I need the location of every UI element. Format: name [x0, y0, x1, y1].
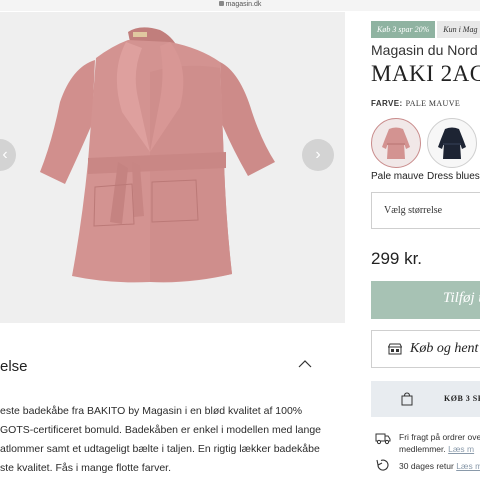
description-line: ste kvalitet. Fås i mange flotte farver. [0, 462, 171, 474]
exclusive-badge: Kun i Mag [437, 21, 480, 38]
promo-badge: Køb 3 spar 20% [371, 21, 436, 38]
size-select[interactable]: Vælg størrelse [371, 192, 480, 229]
description-text: este badekåbe fra BAKITO by Magasin i en… [0, 402, 345, 478]
chevron-left-icon: ‹ [2, 146, 8, 163]
description-line: este badekåbe fra BAKITO by Magasin i en… [0, 405, 303, 417]
color-label-key: FARVE: [371, 99, 403, 108]
product-title: MAKI 2AG [371, 61, 480, 86]
browser-url-bar[interactable]: magasin.dk [0, 0, 480, 11]
color-label: FARVE: PALE MAUVE [371, 99, 460, 108]
url-text: magasin.dk [225, 1, 262, 8]
product-price: 299 kr. [371, 249, 423, 268]
add-to-cart-button[interactable]: Tilføj ti [371, 281, 480, 319]
url-display[interactable]: magasin.dk [0, 0, 480, 10]
shopping-bag-icon [401, 392, 413, 406]
usp-line-text: 30 dages retur [399, 461, 454, 471]
color-label-value: PALE MAUVE [405, 99, 461, 108]
add-to-cart-label: Tilføj ti [443, 290, 480, 306]
lock-icon [218, 1, 224, 6]
description-line: atlommer samt et udtageligt bælte i talj… [0, 443, 320, 455]
usp-free-shipping-text: Fri fragt på ordrer ove medlemmer. Læs m [399, 431, 480, 455]
usp-line: Fri fragt på ordrer ove [399, 432, 480, 442]
offer-label: KØB 3 SP [444, 394, 480, 403]
usp-returns-text: 30 dages retur Læs m [399, 460, 480, 472]
read-more-link[interactable]: Læs m [448, 444, 474, 454]
product-image-gallery: ‹ › [0, 12, 345, 323]
store-icon [388, 343, 402, 355]
size-select-placeholder: Vælg størrelse [384, 205, 443, 216]
chevron-up-icon[interactable] [298, 358, 312, 370]
color-swatch-pale-mauve[interactable] [371, 118, 421, 168]
description-accordion-title[interactable]: else [0, 358, 28, 375]
bathrobe-image[interactable] [0, 12, 345, 323]
usp-line-text: medlemmer. [399, 444, 446, 454]
description-line: GOTS-certificeret bomuld. Badekåben er e… [0, 424, 321, 436]
click-and-collect-button[interactable]: Køb og hent i [371, 330, 480, 368]
read-more-link[interactable]: Læs m [456, 461, 480, 471]
gallery-next-button[interactable]: › [302, 139, 334, 171]
navy-robe-thumbnail-icon [438, 127, 466, 159]
swatch-label-dress-blues: Dress blues [427, 171, 480, 182]
return-icon [376, 459, 389, 471]
chevron-right-icon: › [315, 146, 321, 163]
color-swatch-dress-blues[interactable] [427, 118, 477, 168]
product-badges: Køb 3 spar 20% Kun i Mag [371, 19, 480, 38]
offer-banner[interactable]: KØB 3 SP [371, 381, 480, 417]
pink-robe-thumbnail-icon [382, 127, 410, 159]
click-and-collect-label: Køb og hent i [410, 341, 480, 356]
swatch-label-pale-mauve: Pale mauve [371, 171, 424, 182]
usp-line: medlemmer. Læs m [399, 443, 480, 455]
product-brand[interactable]: Magasin du Nord [371, 42, 478, 58]
truck-icon [375, 433, 391, 445]
